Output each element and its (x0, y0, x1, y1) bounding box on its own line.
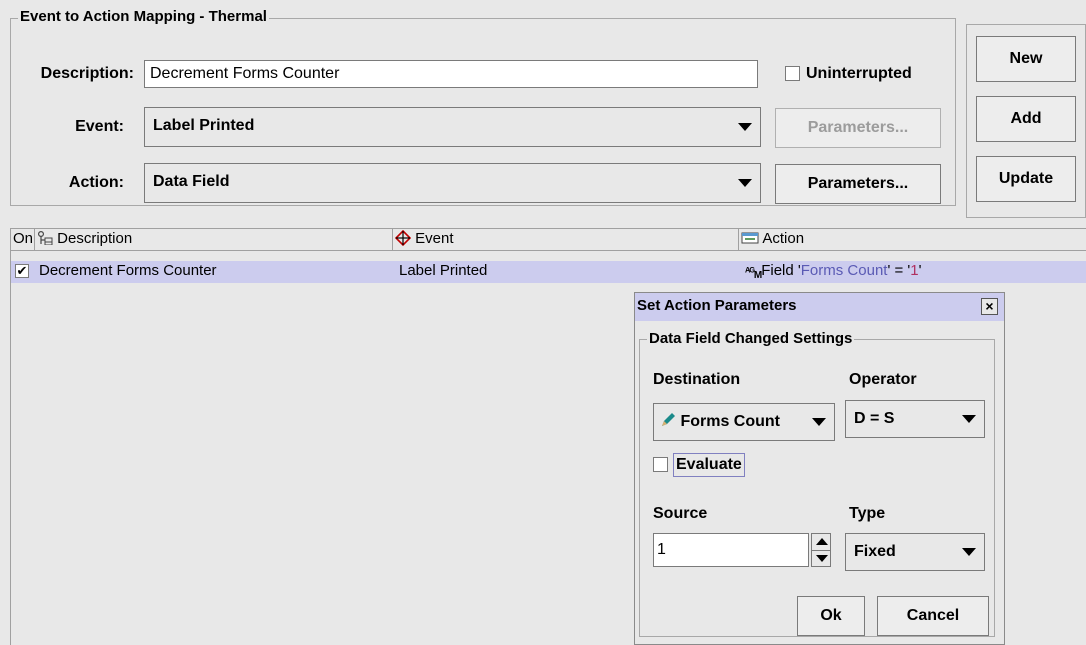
dialog-titlebar[interactable]: Set Action Parameters (635, 293, 1004, 321)
column-header-event[interactable]: Event (393, 229, 739, 251)
event-select-value: Label Printed (153, 117, 255, 134)
column-header-description[interactable]: Description (35, 229, 393, 251)
ok-button[interactable]: Ok (797, 596, 865, 636)
destination-select[interactable]: Forms Count (653, 403, 835, 441)
row-action: ᴬᴳMField 'Forms Count' = '1' (745, 262, 922, 282)
evaluate-label: Evaluate (673, 453, 745, 477)
row-event: Label Printed (399, 262, 488, 279)
destination-label: Destination (653, 371, 741, 388)
pencil-icon (662, 413, 675, 426)
new-button[interactable]: New (976, 36, 1076, 82)
uninterrupted-label: Uninterrupted (806, 65, 912, 82)
chevron-down-icon (962, 548, 976, 556)
action-label: Action: (68, 174, 124, 191)
group-title: Event to Action Mapping - Thermal (18, 8, 269, 25)
row-action-value: 1 (910, 262, 919, 279)
chevron-down-icon (812, 418, 826, 426)
type-select[interactable]: Fixed (845, 533, 985, 571)
operator-label: Operator (849, 371, 917, 388)
dialog-group-title: Data Field Changed Settings (647, 330, 855, 347)
row-description: Decrement Forms Counter (39, 262, 217, 279)
row-action-field: Forms Count (800, 262, 888, 279)
update-button[interactable]: Update (976, 156, 1076, 202)
operator-select-value: D = S (854, 410, 895, 427)
source-input[interactable]: 1 (653, 533, 809, 567)
source-label: Source (653, 505, 708, 522)
chevron-down-icon (738, 179, 752, 187)
action-select[interactable]: Data Field (144, 163, 761, 203)
hierarchy-icon (37, 230, 53, 246)
column-header-on[interactable]: On (11, 229, 35, 251)
spinner-down-icon[interactable] (812, 551, 830, 567)
add-button[interactable]: Add (976, 96, 1076, 142)
event-select[interactable]: Label Printed (144, 107, 761, 147)
source-spinner[interactable] (811, 533, 831, 567)
description-input[interactable]: Decrement Forms Counter (144, 60, 758, 88)
event-label: Event: (75, 118, 124, 135)
dialog-title: Set Action Parameters (637, 297, 797, 314)
column-event-label: Event (415, 230, 454, 247)
chevron-down-icon (962, 415, 976, 423)
spinner-up-icon[interactable] (812, 534, 830, 551)
action-select-value: Data Field (153, 173, 230, 190)
description-label: Description: (40, 65, 134, 82)
event-diamond-icon (394, 229, 412, 247)
column-description-label: Description (57, 230, 133, 247)
chevron-down-icon (738, 123, 752, 131)
uninterrupted-checkbox[interactable] (785, 66, 800, 81)
table-row[interactable]: ✔ Decrement Forms Counter Label Printed … (11, 261, 1086, 283)
set-action-parameters-dialog: Set Action Parameters × Data Field Chang… (634, 292, 1005, 645)
column-action-label: Action (762, 230, 805, 247)
operator-select[interactable]: D = S (845, 400, 985, 438)
evaluate-checkbox[interactable] (653, 457, 668, 472)
destination-select-value: Forms Count (680, 413, 780, 430)
action-parameters-button[interactable]: Parameters... (775, 164, 941, 204)
field-assign-icon: ᴬᴳM (745, 266, 762, 282)
type-select-value: Fixed (854, 543, 896, 560)
action-icon (741, 232, 759, 244)
row-enabled-checkbox[interactable]: ✔ (15, 264, 29, 278)
event-parameters-button[interactable]: Parameters... (775, 108, 941, 148)
close-icon[interactable]: × (981, 298, 998, 315)
type-label: Type (849, 505, 886, 522)
column-header-action[interactable]: Action (739, 229, 1086, 251)
cancel-button[interactable]: Cancel (877, 596, 989, 636)
